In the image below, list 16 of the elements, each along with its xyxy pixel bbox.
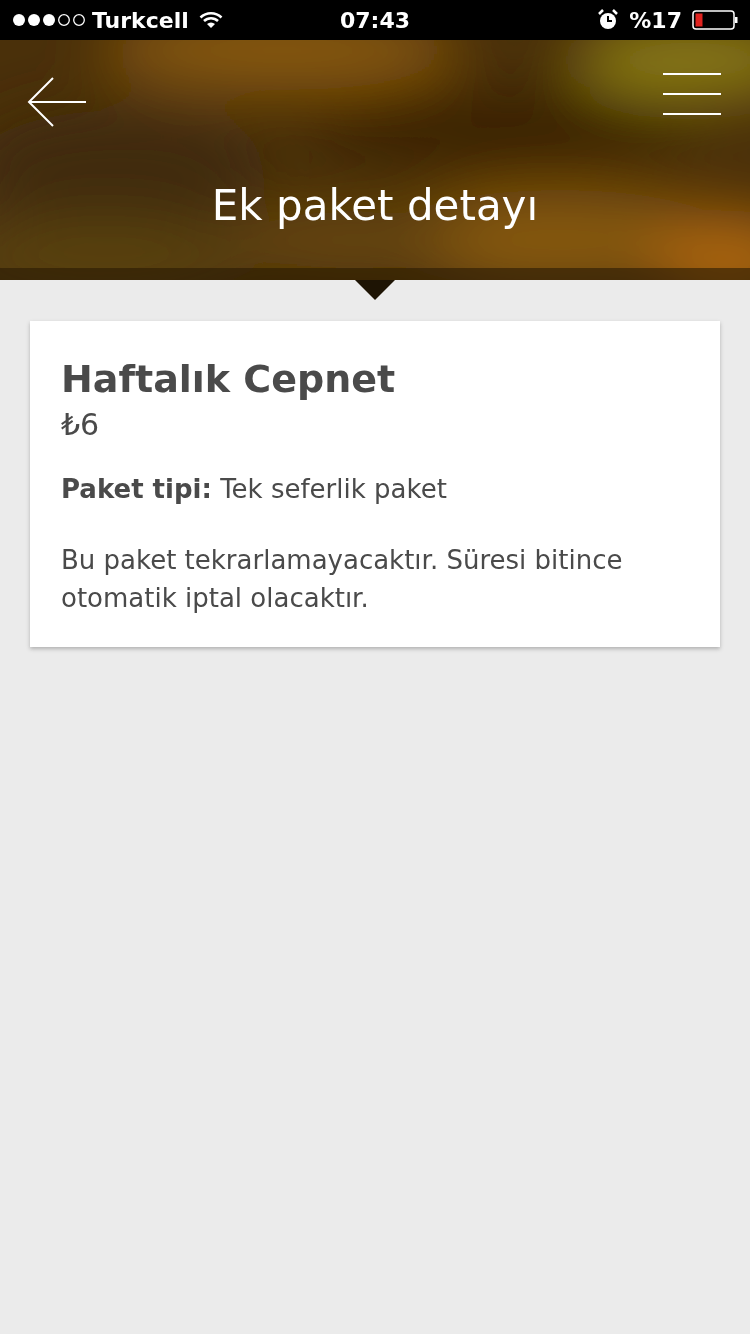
carrier-name: Turkcell: [92, 6, 189, 35]
clock-time: 07:43: [340, 6, 411, 35]
signal-icon: [12, 13, 86, 27]
menu-button[interactable]: [662, 72, 722, 116]
package-description: Bu paket tekrarlamayacaktır. Süresi bitince otomatik iptal olacaktır.: [61, 544, 624, 615]
back-arrow-icon: [26, 76, 88, 128]
page-title: Ek paket detayı: [210, 180, 540, 232]
pointer-notch-icon: [355, 280, 395, 300]
alarm-icon: [597, 9, 620, 31]
battery-icon: [692, 10, 738, 30]
battery-percent: %17: [629, 6, 682, 35]
package-type: Paket tipi: Tek seferlik paket: [61, 473, 448, 506]
menu-icon: [662, 72, 722, 116]
package-name: Haftalık Cepnet: [61, 356, 397, 403]
package-price: ₺6: [61, 406, 101, 444]
wifi-icon: [198, 11, 223, 29]
